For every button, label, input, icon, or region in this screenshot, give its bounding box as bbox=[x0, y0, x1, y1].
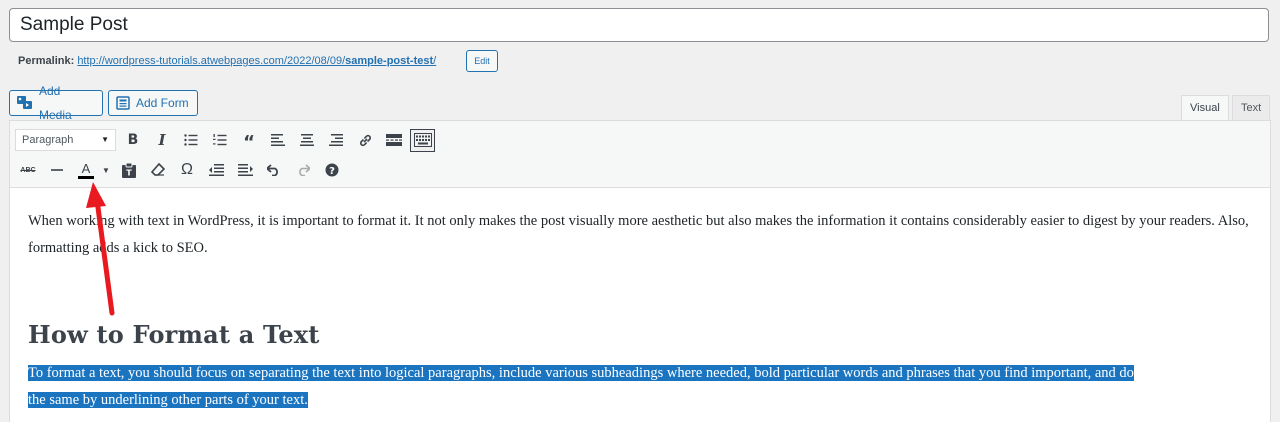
permalink-label: Permalink: bbox=[18, 55, 75, 67]
text-color-dropdown-icon[interactable]: ▼ bbox=[99, 158, 113, 182]
help-icon[interactable]: ? bbox=[319, 158, 345, 182]
editor-toolbar: Paragraph ▼ B I “ ABC A ▼ T Ω ? bbox=[10, 121, 1270, 188]
paste-as-text-icon[interactable]: T bbox=[116, 158, 142, 182]
text-color-icon[interactable]: A bbox=[73, 158, 99, 182]
bold-icon[interactable]: B bbox=[120, 128, 146, 152]
add-form-button[interactable]: Add Form bbox=[108, 90, 198, 116]
svg-text:T: T bbox=[126, 168, 132, 177]
horizontal-line-icon[interactable] bbox=[44, 158, 70, 182]
editor-frame: Paragraph ▼ B I “ ABC A ▼ T Ω ? When wor… bbox=[9, 120, 1271, 422]
undo-icon[interactable] bbox=[261, 158, 287, 182]
permalink-link[interactable]: http://wordpress-tutorials.atwebpages.co… bbox=[77, 55, 436, 67]
outdent-icon[interactable] bbox=[203, 158, 229, 182]
numbered-list-icon[interactable] bbox=[207, 128, 233, 152]
special-character-icon[interactable]: Ω bbox=[174, 158, 200, 182]
strikethrough-icon[interactable]: ABC bbox=[15, 158, 41, 182]
selected-text-line-1: To format a text, you should focus on se… bbox=[28, 365, 1134, 381]
align-left-icon[interactable] bbox=[265, 128, 291, 152]
chevron-down-icon: ▼ bbox=[101, 135, 109, 144]
clear-formatting-icon[interactable] bbox=[145, 158, 171, 182]
permalink-edit-button[interactable]: Edit bbox=[466, 50, 498, 72]
read-more-icon[interactable] bbox=[381, 128, 407, 152]
italic-icon[interactable]: I bbox=[149, 128, 175, 152]
format-select[interactable]: Paragraph ▼ bbox=[15, 129, 116, 151]
form-icon bbox=[116, 96, 130, 110]
toolbar-row-2: ABC A ▼ T Ω ? bbox=[15, 157, 348, 183]
selected-text-line-2: the same by underlining other parts of y… bbox=[28, 392, 308, 408]
editor-content[interactable]: When working with text in WordPress, it … bbox=[28, 208, 1254, 408]
indent-icon[interactable] bbox=[232, 158, 258, 182]
add-form-label: Add Form bbox=[136, 96, 189, 110]
format-select-value: Paragraph bbox=[22, 134, 74, 146]
content-paragraph: When working with text in WordPress, it … bbox=[28, 213, 1249, 256]
toolbar-toggle-icon[interactable] bbox=[410, 128, 435, 152]
post-title-input[interactable]: Sample Post bbox=[9, 8, 1269, 42]
align-right-icon[interactable] bbox=[323, 128, 349, 152]
tab-text[interactable]: Text bbox=[1232, 95, 1271, 121]
bulleted-list-icon[interactable] bbox=[178, 128, 204, 152]
link-icon[interactable] bbox=[352, 128, 378, 152]
tab-visual[interactable]: Visual bbox=[1181, 95, 1229, 121]
redo-icon[interactable] bbox=[290, 158, 316, 182]
selected-paragraph: To format a text, you should focus on se… bbox=[28, 360, 1254, 414]
svg-text:?: ? bbox=[329, 166, 335, 177]
add-media-icon bbox=[17, 96, 33, 110]
content-heading: How to Format a Text bbox=[28, 320, 320, 349]
toolbar-row-1: Paragraph ▼ B I “ bbox=[15, 127, 438, 153]
permalink-row: Permalink: http://wordpress-tutorials.at… bbox=[18, 51, 436, 71]
blockquote-icon[interactable]: “ bbox=[236, 128, 262, 152]
add-media-button[interactable]: Add Media bbox=[9, 84, 103, 122]
align-center-icon[interactable] bbox=[294, 128, 320, 152]
